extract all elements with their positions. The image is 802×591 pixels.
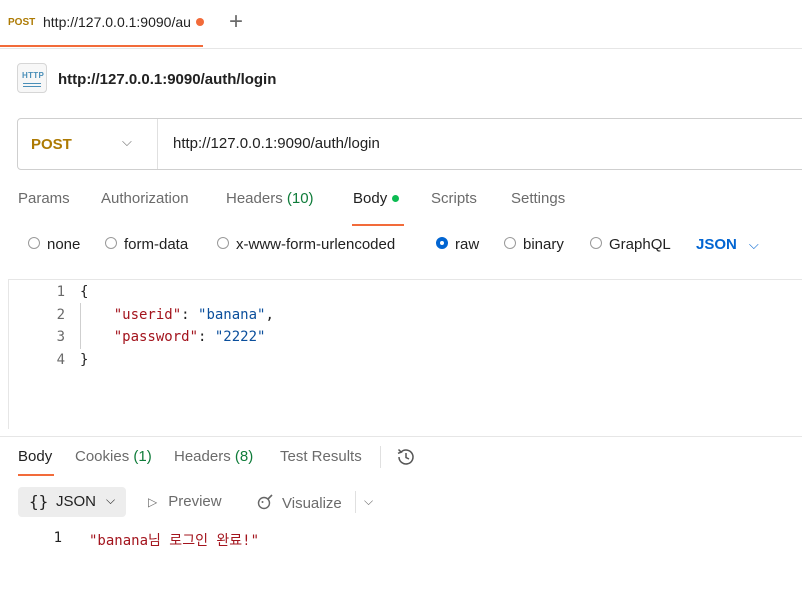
preview-button[interactable]: ▷ Preview bbox=[148, 493, 222, 510]
response-format-select[interactable]: {} JSON ⌵ bbox=[18, 487, 126, 517]
method-select[interactable]: POST ⌵ bbox=[18, 119, 158, 169]
code-line-2: "userid": "banana", bbox=[113, 307, 274, 323]
response-tab-cookies[interactable]: Cookies (1) bbox=[75, 448, 152, 465]
http-icon-label: HTTP bbox=[22, 71, 45, 80]
response-body-text: "banana님 로그인 완료!" bbox=[89, 533, 259, 549]
body-editor[interactable]: 1 2 3 4 { "userid": "banana", "password"… bbox=[8, 279, 802, 429]
tab-body[interactable]: Body bbox=[353, 190, 400, 207]
response-line-number: 1 bbox=[53, 530, 62, 546]
tab-authorization[interactable]: Authorization bbox=[101, 190, 189, 207]
line-number: 3 bbox=[56, 329, 65, 345]
visualize-icon bbox=[256, 493, 274, 512]
url-bar: POST ⌵ http://127.0.0.1:9090/auth/login bbox=[17, 118, 802, 170]
body-indicator-dot-icon bbox=[392, 194, 400, 202]
response-tab-test-results[interactable]: Test Results bbox=[280, 448, 362, 465]
divider bbox=[380, 446, 381, 468]
active-tab-underline bbox=[352, 224, 404, 226]
code-line-4: } bbox=[80, 352, 89, 368]
radio-none[interactable]: none bbox=[28, 236, 80, 253]
radio-graphql[interactable]: GraphQL bbox=[590, 236, 671, 253]
divider bbox=[355, 491, 356, 513]
response-divider bbox=[0, 436, 802, 437]
radio-binary[interactable]: binary bbox=[504, 236, 564, 253]
line-number: 1 bbox=[56, 284, 65, 300]
url-input[interactable]: http://127.0.0.1:9090/auth/login bbox=[173, 135, 380, 152]
response-tab-body[interactable]: Body bbox=[18, 448, 52, 465]
code-line-3: "password": "2222" bbox=[113, 329, 266, 345]
chevron-down-icon: ⌵ bbox=[122, 134, 132, 149]
play-icon: ▷ bbox=[148, 495, 158, 509]
radio-urlencoded[interactable]: x-www-form-urlencoded bbox=[217, 236, 395, 253]
request-title[interactable]: http://127.0.0.1:9090/auth/login bbox=[58, 71, 276, 88]
tab-headers[interactable]: Headers (10) bbox=[226, 190, 314, 207]
request-tab-url: http://127.0.0.1:9090/auth/login bbox=[43, 14, 191, 30]
history-icon[interactable] bbox=[395, 446, 417, 468]
tab-params[interactable]: Params bbox=[18, 190, 70, 207]
active-response-tab-underline bbox=[18, 474, 54, 476]
chevron-down-icon: ⌵ bbox=[748, 237, 759, 252]
raw-format-select[interactable]: JSON ⌵ bbox=[696, 236, 759, 253]
braces-icon: {} bbox=[29, 492, 49, 511]
chevron-down-icon[interactable]: ⌵ bbox=[364, 494, 373, 509]
chevron-down-icon: ⌵ bbox=[106, 493, 116, 507]
response-tab-headers[interactable]: Headers (8) bbox=[174, 448, 253, 465]
headers-count: (10) bbox=[286, 190, 314, 207]
tab-settings[interactable]: Settings bbox=[511, 190, 565, 207]
radio-raw[interactable]: raw bbox=[436, 236, 479, 253]
tab-scripts[interactable]: Scripts bbox=[431, 190, 477, 207]
unsaved-dot-icon bbox=[196, 18, 204, 26]
radio-form-data[interactable]: form-data bbox=[105, 236, 188, 253]
visualize-button[interactable]: Visualize bbox=[256, 493, 342, 512]
new-tab-plus-icon[interactable]: + bbox=[229, 8, 243, 36]
line-number: 2 bbox=[56, 307, 65, 323]
request-tab[interactable]: POST http://127.0.0.1:9090/auth/login bbox=[0, 0, 204, 47]
code-line-1: { bbox=[80, 284, 89, 300]
line-number: 4 bbox=[56, 352, 65, 368]
method-select-value: POST bbox=[31, 136, 72, 153]
http-request-icon: HTTP bbox=[17, 63, 47, 93]
request-tab-method: POST bbox=[8, 17, 36, 28]
